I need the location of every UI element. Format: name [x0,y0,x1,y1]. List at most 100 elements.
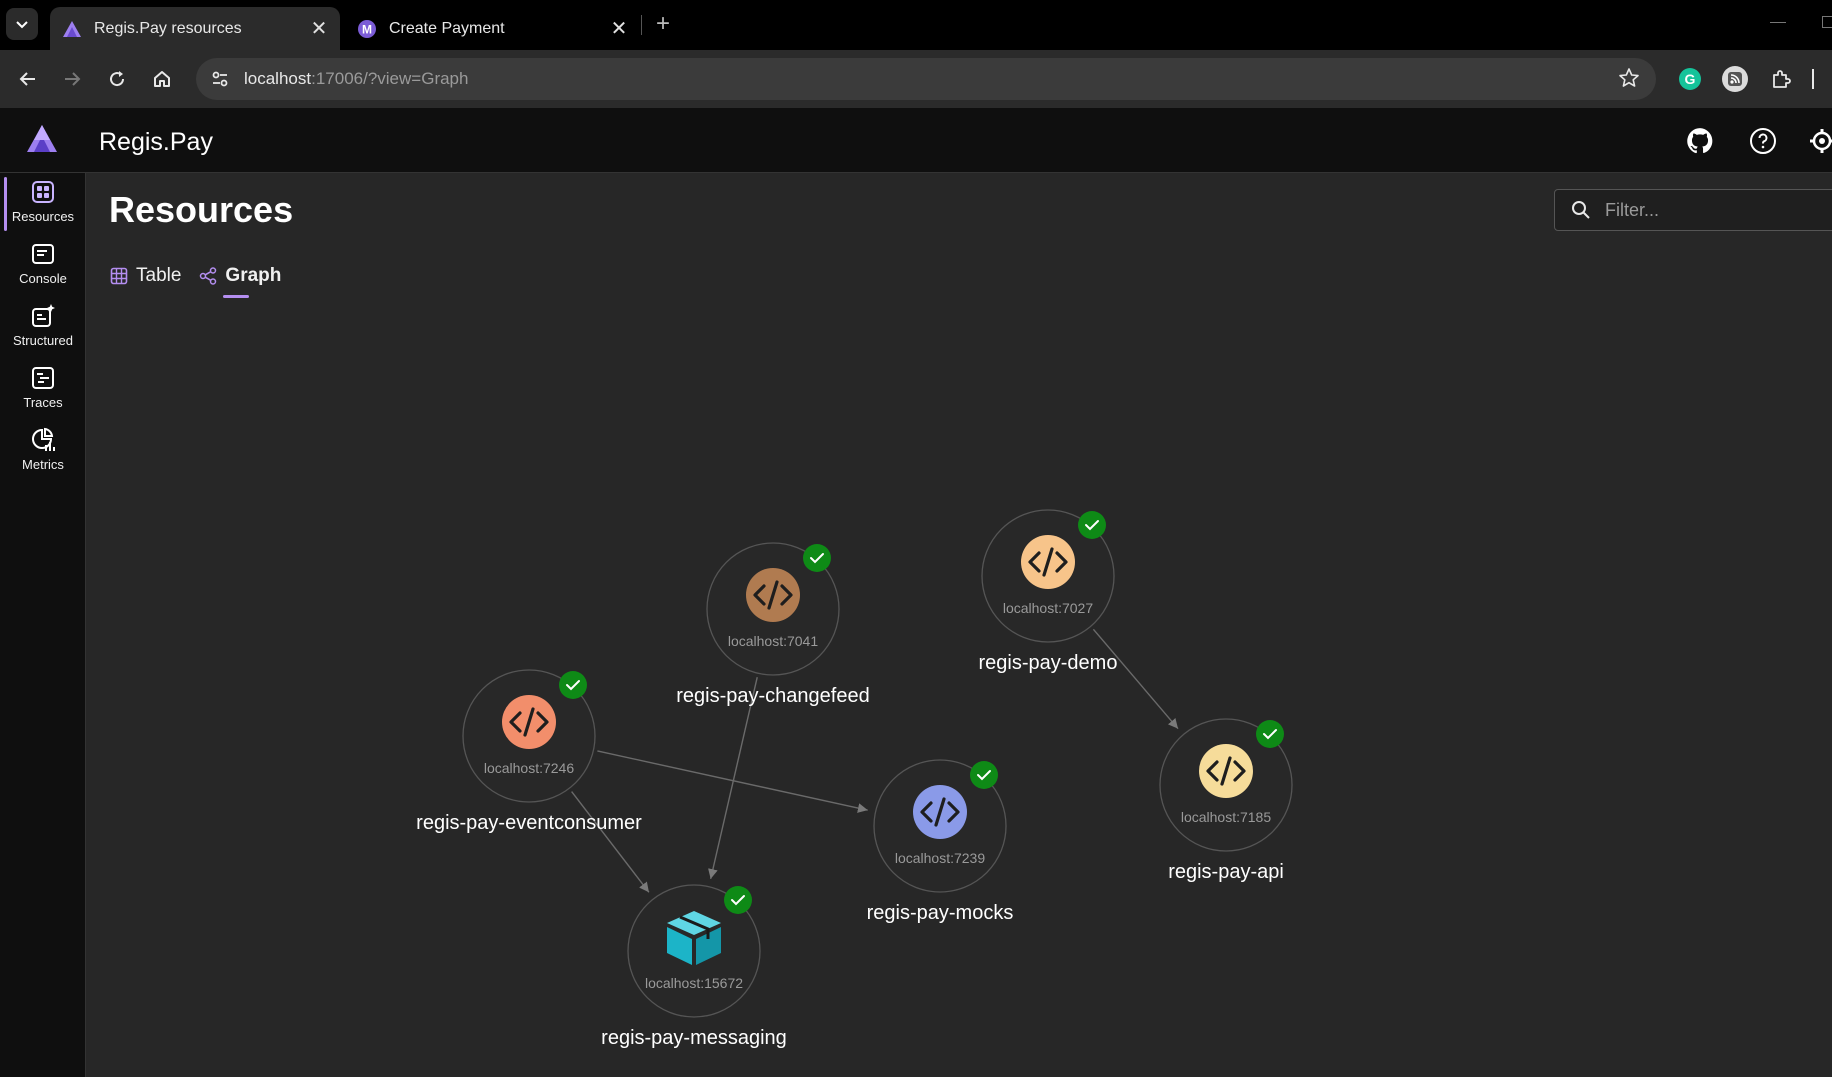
restore-icon[interactable] [1822,16,1832,28]
node-name: regis-pay-api [1168,861,1284,883]
nav-label: Traces [23,395,63,410]
browser-tab-active[interactable]: Regis.Pay resources ✕ [50,7,340,50]
status-running-icon [559,671,587,699]
code-icon [746,568,800,622]
bookmark-star-icon[interactable] [1618,67,1640,94]
app-header: Regis.Pay [0,108,1832,173]
search-icon [1572,201,1590,219]
node-endpoint[interactable]: localhost:15672 [645,975,743,991]
code-icon [1021,535,1075,589]
tab-separator [641,15,642,35]
node-endpoint[interactable]: localhost:7041 [728,633,819,649]
minimize-icon[interactable] [1770,22,1786,23]
github-icon[interactable] [1684,125,1716,157]
back-button[interactable] [12,63,44,95]
rss-extension-icon[interactable] [1719,63,1751,95]
resource-node-api[interactable]: localhost:7185 regis-pay-api [1159,718,1293,883]
resource-node-changefeed[interactable]: localhost:7041 regis-pay-changefeed [676,542,870,707]
node-name: regis-pay-eventconsumer [416,812,642,834]
chevron-down-icon [16,21,28,29]
resource-node-demo[interactable]: localhost:7027 regis-pay-demo [979,509,1118,674]
node-name: regis-pay-changefeed [676,685,869,707]
resource-node-mocks[interactable]: localhost:7239 regis-pay-mocks [867,759,1014,924]
app-name[interactable]: Regis.Pay [99,128,213,157]
svg-text:G: G [1685,71,1696,87]
grammarly-extension-icon[interactable]: G [1674,63,1706,95]
reload-button[interactable] [101,63,133,95]
reload-icon [110,71,125,87]
aspire-favicon-icon [63,20,81,37]
filter-input[interactable]: Filter... [1554,189,1832,231]
tab-label: Table [136,265,182,286]
browser-tab[interactable]: M Create Payment ✕ [345,7,640,50]
console-icon [32,244,54,264]
settings-gear-icon[interactable] [1806,125,1832,157]
status-running-icon [970,761,998,789]
nav-label: Console [19,271,67,286]
active-tab-indicator [223,295,250,298]
graph-edge-eventconsumer-messaging [571,791,650,893]
node-endpoint[interactable]: localhost:7239 [895,850,986,866]
tab-table[interactable]: Table [110,265,181,287]
node-name: regis-pay-messaging [601,1027,787,1049]
node-endpoint[interactable]: localhost:7185 [1181,809,1272,825]
resource-graph: localhost:7041regis-pay-changefeedlocalh… [416,509,1293,1049]
new-tab-button[interactable]: + [650,12,676,38]
tab-label: Graph [225,265,282,286]
nav-label: Structured [13,333,73,348]
url-text: localhost:17006/?view=Graph [244,69,469,88]
mudblazor-favicon-icon: M [358,19,376,38]
home-icon [154,71,170,87]
resource-node-eventconsumer[interactable]: localhost:7246 regis-pay-eventconsumer [416,669,642,834]
graph-edge-demo-api [1092,628,1179,730]
arrow-right-icon [65,72,81,86]
nav-label: Metrics [22,457,64,472]
nav-label: Resources [11,209,75,224]
close-tab-icon[interactable]: ✕ [608,18,630,40]
nav-item-resources[interactable]: Resources [0,173,86,235]
metrics-icon [32,427,55,451]
tab-graph[interactable]: Graph [199,265,282,298]
node-endpoint[interactable]: localhost:7027 [1003,600,1094,616]
main-content: localhost:7041 regis-pay-changefeed localh… [86,173,1832,1077]
structured-logs-icon [32,304,55,327]
close-tab-icon[interactable]: ✕ [308,18,330,40]
code-icon [502,695,556,749]
node-name: regis-pay-demo [979,652,1118,674]
browser-toolbar: localhost:17006/?view=Graph G [0,50,1832,108]
nav-item-console[interactable]: Console [0,235,86,297]
graph-edge-eventconsumer-mocks [597,750,868,813]
status-running-icon [1078,511,1106,539]
status-running-icon [1256,720,1284,748]
status-running-icon [803,544,831,572]
address-bar[interactable]: localhost:17006/?view=Graph [196,58,1656,100]
nav-item-structured[interactable]: Structured [0,297,86,359]
node-endpoint[interactable]: localhost:7246 [484,760,575,776]
grid-icon [32,181,54,203]
toolbar-divider [1812,69,1814,89]
browser-tabstrip: Regis.Pay resources ✕ M Create Payment ✕… [0,0,1832,50]
svg-text:M: M [362,22,372,36]
nav-item-traces[interactable]: Traces [0,359,86,421]
tab-title: Regis.Pay resources [94,19,242,37]
site-info-icon[interactable] [208,67,232,91]
forward-button[interactable] [56,63,88,95]
traces-icon [32,367,54,389]
nav-item-metrics[interactable]: Metrics [0,421,86,483]
arrow-left-icon [19,72,35,86]
graph-edge-changefeed-messaging [708,677,758,880]
extensions-puzzle-icon[interactable] [1765,63,1797,95]
tab-title: Create Payment [389,19,505,37]
node-name: regis-pay-mocks [867,902,1014,924]
home-button[interactable] [146,63,178,95]
view-tabs: Table Graph [110,265,299,298]
help-icon[interactable] [1747,125,1779,157]
aspire-logo-icon[interactable] [26,124,58,154]
code-icon [913,785,967,839]
code-icon [1199,744,1253,798]
graph-icon [200,267,217,285]
tab-search-button[interactable] [6,8,38,40]
table-icon [110,267,128,285]
resource-node-messaging[interactable]: localhost:15672 regis-pay-messaging [601,884,787,1049]
side-navigation: Resources Console Structured Traces Metr… [0,173,86,1077]
